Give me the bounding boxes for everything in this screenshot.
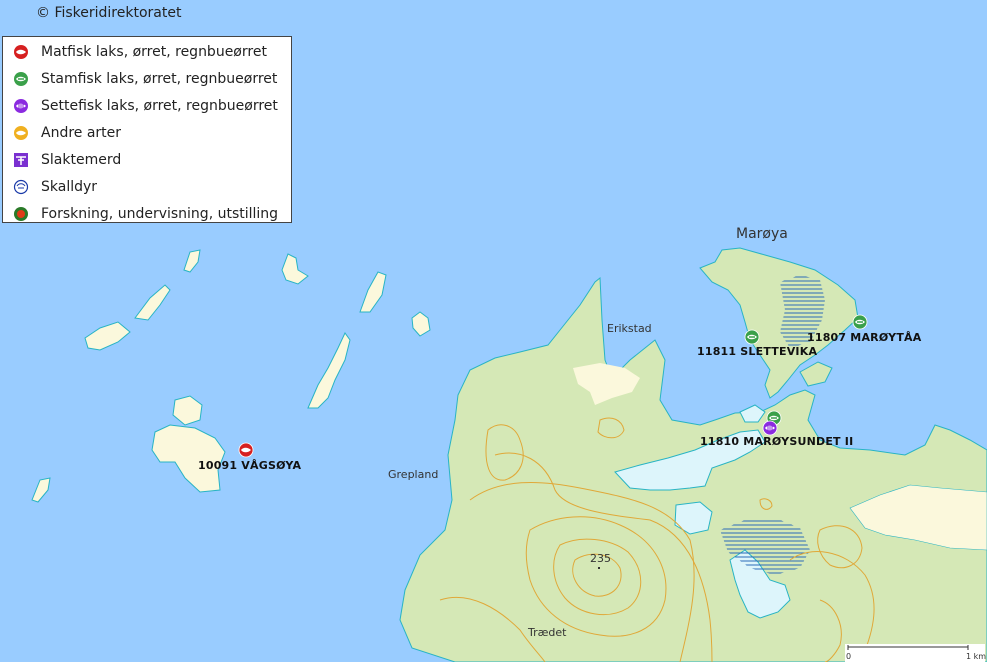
site-label-maroytaa[interactable]: 11807 MARØYTÅA	[807, 331, 921, 344]
place-erikstad: Erikstad	[607, 322, 652, 335]
legend-label: Settefisk laks, ørret, regnbueørret	[41, 97, 278, 114]
legend-item-slaktemerd: Slaktemerd	[3, 146, 121, 173]
legend-label: Forskning, undervisning, utstilling	[41, 205, 279, 222]
place-traedet: Trædet	[528, 626, 567, 639]
elevation-point	[598, 567, 600, 569]
site-marker-stamfisk-slettevika[interactable]	[744, 329, 760, 345]
legend-item-settefisk: Settefisk laks, ørret, regnbueørret	[3, 92, 278, 119]
legend-item-skalldyr: Skalldyr	[3, 173, 97, 200]
site-marker-settefisk-maroysundet[interactable]	[762, 420, 778, 436]
skalldyr-icon	[13, 179, 29, 195]
site-label-maroysundet[interactable]: 11810 MARØYSUNDET II	[700, 435, 853, 448]
stamfisk-icon	[13, 71, 29, 87]
elevation-label: 235	[590, 552, 611, 565]
legend-panel: Matfisk laks, ørret, regnbueørret Stamfi…	[2, 36, 292, 223]
site-marker-matfisk-vagsoya[interactable]	[238, 442, 254, 458]
legend-item-forskning: Forskning, undervisning, utstilling	[3, 200, 278, 227]
matfisk-icon	[13, 44, 29, 60]
legend-item-stamfisk: Stamfisk laks, ørret, regnbueørret	[3, 65, 277, 92]
settefisk-icon	[13, 98, 29, 114]
andre-arter-icon	[13, 125, 29, 141]
place-grepland: Grepland	[388, 468, 439, 481]
scale-bar	[845, 644, 985, 662]
legend-item-andre-arter: Andre arter	[3, 119, 121, 146]
site-marker-stamfisk-maroytaa[interactable]	[852, 314, 868, 330]
scale-end-label: 1 km	[966, 652, 987, 661]
legend-item-matfisk: Matfisk laks, ørret, regnbueørret	[3, 38, 267, 65]
legend-label: Andre arter	[41, 124, 122, 141]
place-maroya: Marøya	[736, 226, 788, 242]
legend-label: Slaktemerd	[41, 151, 122, 168]
legend-label: Stamfisk laks, ørret, regnbueørret	[41, 70, 278, 87]
legend-label: Skalldyr	[41, 178, 98, 195]
scale-start-label: 0	[846, 652, 852, 661]
forskning-icon	[13, 206, 29, 222]
site-label-vagsoya[interactable]: 10091 VÅGSØYA	[198, 459, 301, 472]
legend-label: Matfisk laks, ørret, regnbueørret	[41, 43, 267, 60]
map-view[interactable]: © Fiskeridirektoratet Matfisk laks, ørre…	[0, 0, 987, 662]
slaktemerd-icon	[13, 152, 29, 168]
copyright-text: © Fiskeridirektoratet	[36, 5, 182, 21]
site-label-slettevika[interactable]: 11811 SLETTEVIKA	[697, 345, 817, 358]
